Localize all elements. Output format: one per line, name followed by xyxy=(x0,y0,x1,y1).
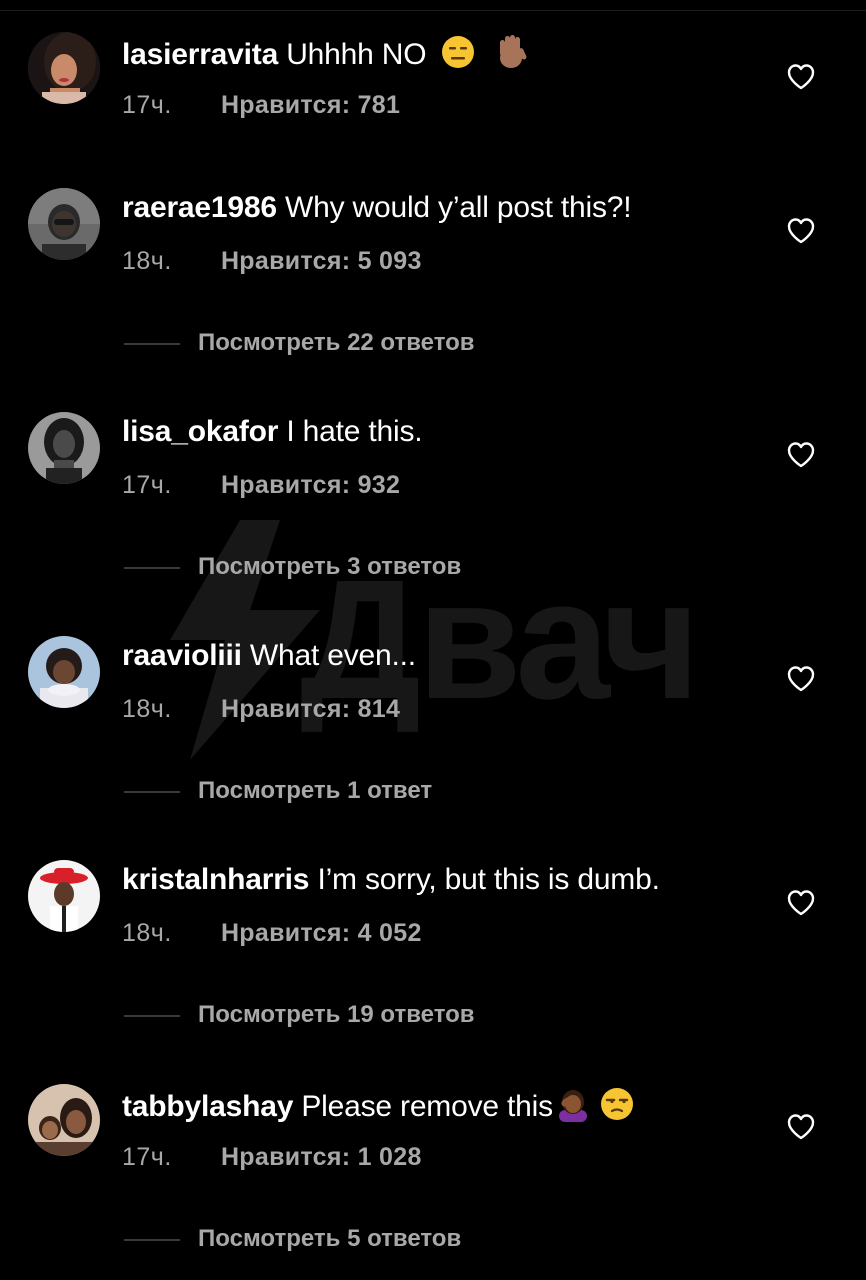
avatar[interactable] xyxy=(28,860,100,932)
view-replies-button[interactable]: Посмотреть 1 ответ xyxy=(122,776,622,806)
comment-meta: 18ч. Нравится: 4 052 xyxy=(122,918,422,948)
view-replies-button[interactable]: Посмотреть 5 ответов xyxy=(122,1224,622,1254)
comment-username[interactable]: raavioliii xyxy=(122,639,242,672)
comment-body: I’m sorry, but this is dumb. xyxy=(317,863,660,896)
replies-divider xyxy=(124,791,180,793)
comment-likes[interactable]: Нравится: 814 xyxy=(221,695,400,723)
avatar[interactable] xyxy=(28,1084,100,1156)
comment-body: Uhhhh NO xyxy=(286,38,427,71)
comment-item: tabbylashay Please remove this 17ч. Нрав… xyxy=(0,1084,866,1252)
comment-text-line: tabbylashay Please remove this xyxy=(122,1086,635,1131)
expressionless-face-icon xyxy=(440,34,476,79)
view-replies-button[interactable]: Посмотреть 19 ответов xyxy=(122,1000,622,1030)
comment-time: 17ч. xyxy=(122,471,172,499)
replies-divider xyxy=(124,1015,180,1017)
comment-username[interactable]: kristalnharris xyxy=(122,863,309,896)
comment-time: 17ч. xyxy=(122,1143,172,1171)
comment-text-line: kristalnharris I’m sorry, but this is du… xyxy=(122,862,660,898)
comment-item: raavioliii What even... 18ч. Нравится: 8… xyxy=(0,636,866,804)
heart-icon[interactable] xyxy=(786,664,816,694)
heart-icon[interactable] xyxy=(786,62,816,92)
comment-meta: 17ч. Нравится: 932 xyxy=(122,470,400,500)
replies-divider xyxy=(124,343,180,345)
top-divider xyxy=(0,10,866,11)
comment-item: lasierravita Uhhhh NO 17ч. Нравится: 781 xyxy=(0,32,866,142)
comment-item: raerae1986 Why would y’all post this?! 1… xyxy=(0,188,866,356)
comment-text-line: raavioliii What even... xyxy=(122,638,416,674)
replies-divider xyxy=(124,567,180,569)
comment-body: What even... xyxy=(249,639,416,672)
view-replies-label[interactable]: Посмотреть 22 ответов xyxy=(198,328,475,358)
comment-time: 17ч. xyxy=(122,91,172,119)
comment-text-line: raerae1986 Why would y’all post this?! xyxy=(122,190,632,226)
comment-likes[interactable]: Нравится: 1 028 xyxy=(221,1143,422,1171)
comment-item: lisa_okafor I hate this. 17ч. Нравится: … xyxy=(0,412,866,580)
comment-likes[interactable]: Нравится: 5 093 xyxy=(221,247,422,275)
avatar[interactable] xyxy=(28,188,100,260)
view-replies-button[interactable]: Посмотреть 22 ответов xyxy=(122,328,622,358)
comment-meta: 17ч. Нравится: 1 028 xyxy=(122,1142,422,1172)
avatar[interactable] xyxy=(28,32,100,104)
replies-divider xyxy=(124,1239,180,1241)
heart-icon[interactable] xyxy=(786,888,816,918)
comment-time: 18ч. xyxy=(122,919,172,947)
comment-text-line: lasierravita Uhhhh NO xyxy=(122,34,531,79)
view-replies-label[interactable]: Посмотреть 5 ответов xyxy=(198,1224,461,1254)
comment-likes[interactable]: Нравится: 781 xyxy=(221,91,400,119)
comment-body: Why would y’all post this?! xyxy=(284,191,632,224)
view-replies-label[interactable]: Посмотреть 1 ответ xyxy=(198,776,432,806)
comment-username[interactable]: lasierravita xyxy=(122,38,278,71)
comment-body: Please remove this xyxy=(301,1090,553,1123)
avatar[interactable] xyxy=(28,412,100,484)
comment-username[interactable]: raerae1986 xyxy=(122,191,277,224)
comment-time: 18ч. xyxy=(122,695,172,723)
heart-icon[interactable] xyxy=(786,1112,816,1142)
unamused-face-icon xyxy=(599,1086,635,1131)
view-replies-label[interactable]: Посмотреть 3 ответов xyxy=(198,552,461,582)
comment-meta: 18ч. Нравится: 5 093 xyxy=(122,246,422,276)
person-facepalming-icon xyxy=(553,1086,593,1131)
comment-body: I hate this. xyxy=(286,415,423,448)
heart-icon[interactable] xyxy=(786,440,816,470)
comment-meta: 18ч. Нравится: 814 xyxy=(122,694,400,724)
comment-username[interactable]: lisa_okafor xyxy=(122,415,278,448)
view-replies-label[interactable]: Посмотреть 19 ответов xyxy=(198,1000,475,1030)
heart-icon[interactable] xyxy=(786,216,816,246)
comment-item: kristalnharris I’m sorry, but this is du… xyxy=(0,860,866,1028)
view-replies-button[interactable]: Посмотреть 3 ответов xyxy=(122,552,622,582)
comment-meta: 17ч. Нравится: 781 xyxy=(122,90,400,120)
comment-text-line: lisa_okafor I hate this. xyxy=(122,414,423,450)
comment-likes[interactable]: Нравится: 4 052 xyxy=(221,919,422,947)
comment-username[interactable]: tabbylashay xyxy=(122,1090,293,1123)
avatar[interactable] xyxy=(28,636,100,708)
comment-likes[interactable]: Нравится: 932 xyxy=(221,471,400,499)
raised-hand-icon xyxy=(491,34,531,79)
comment-time: 18ч. xyxy=(122,247,172,275)
